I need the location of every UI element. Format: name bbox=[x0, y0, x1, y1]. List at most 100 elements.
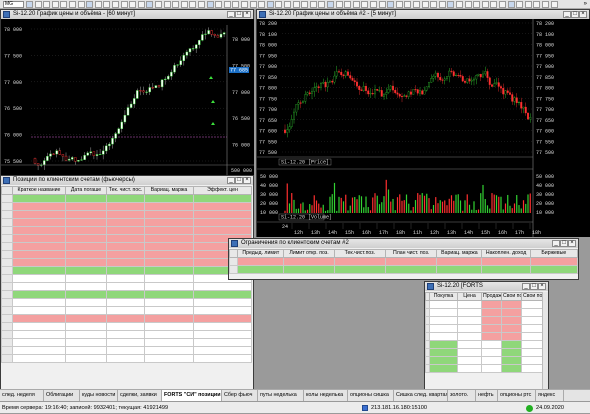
column-header[interactable]: Тек. чист. пос. bbox=[106, 186, 145, 195]
workspace-tab[interactable]: нефть bbox=[476, 390, 498, 401]
toolbar-button-icon[interactable] bbox=[258, 1, 266, 8]
toolbar-button-icon[interactable] bbox=[309, 1, 317, 8]
toolbar-button-icon[interactable] bbox=[60, 1, 68, 8]
position-row[interactable] bbox=[1, 282, 252, 291]
orderbook-row[interactable] bbox=[425, 332, 544, 341]
toolbar-button-icon[interactable] bbox=[275, 1, 283, 8]
toolbar-button-icon[interactable] bbox=[370, 1, 377, 8]
workspace-tab[interactable]: опционы сишка bbox=[348, 390, 394, 401]
column-header[interactable]: Свои по bbox=[501, 292, 522, 301]
toolbar-button-icon[interactable] bbox=[43, 1, 51, 8]
toolbar-button-icon[interactable] bbox=[516, 1, 524, 8]
column-header[interactable] bbox=[228, 249, 239, 258]
workspace-tab[interactable]: Сбер фьюч bbox=[222, 390, 258, 401]
toolbar-button-icon[interactable] bbox=[499, 1, 506, 8]
workspace-tab[interactable]: колы неделька bbox=[304, 390, 348, 401]
toolbar-button-icon[interactable] bbox=[301, 1, 309, 8]
maximize-button[interactable]: □ bbox=[235, 11, 243, 18]
column-header[interactable]: Цена bbox=[457, 292, 482, 301]
toolbar-button-icon[interactable] bbox=[51, 1, 59, 8]
workspace-tab[interactable]: Облигации bbox=[44, 390, 80, 401]
column-header[interactable]: Эффект. цен bbox=[193, 186, 252, 195]
position-row[interactable] bbox=[1, 202, 252, 211]
minimize-button[interactable]: _ bbox=[227, 11, 235, 18]
toolbar-button-icon[interactable] bbox=[438, 1, 446, 8]
toolbar-button-icon[interactable] bbox=[223, 1, 231, 8]
toolbar-button-icon[interactable] bbox=[172, 1, 180, 8]
toolbar-button-icon[interactable] bbox=[335, 1, 343, 8]
toolbar-button-icon[interactable] bbox=[34, 1, 42, 8]
position-row[interactable] bbox=[1, 346, 252, 355]
toolbar-button-icon[interactable] bbox=[533, 1, 541, 8]
toolbar-button-icon[interactable] bbox=[378, 1, 386, 8]
limit-row[interactable] bbox=[228, 257, 579, 266]
orderbook-row[interactable] bbox=[425, 356, 544, 365]
position-row[interactable] bbox=[1, 298, 252, 307]
toolbar-button-icon[interactable] bbox=[206, 1, 214, 8]
workspace-tab[interactable]: яндекс bbox=[536, 390, 564, 401]
toolbar-button-icon[interactable] bbox=[129, 1, 137, 8]
position-row[interactable] bbox=[1, 250, 252, 259]
position-row[interactable] bbox=[1, 290, 252, 299]
position-row[interactable] bbox=[1, 306, 252, 315]
position-row[interactable] bbox=[1, 218, 252, 227]
orderbook-row[interactable] bbox=[425, 316, 544, 325]
position-row[interactable] bbox=[1, 354, 252, 363]
column-header[interactable]: Покупка bbox=[429, 292, 458, 301]
toolbar-button-icon[interactable] bbox=[266, 1, 274, 8]
toolbar-button-icon[interactable] bbox=[146, 1, 154, 8]
position-row[interactable] bbox=[1, 258, 252, 267]
position-row[interactable] bbox=[1, 266, 252, 275]
maximize-button[interactable]: □ bbox=[530, 283, 538, 290]
toolbar-button-icon[interactable] bbox=[490, 1, 498, 8]
column-header[interactable]: Дата погаше bbox=[65, 186, 107, 195]
column-header[interactable]: Лимит откр. поз. bbox=[283, 249, 335, 258]
toolbar-button-icon[interactable] bbox=[421, 1, 429, 8]
toolbar-button-icon[interactable] bbox=[189, 1, 197, 8]
workspace-tab[interactable]: куды новости bbox=[80, 390, 118, 401]
position-row[interactable] bbox=[1, 242, 252, 251]
toolbar-button-icon[interactable] bbox=[413, 1, 420, 8]
toolbar-button-icon[interactable] bbox=[112, 1, 119, 8]
position-row[interactable] bbox=[1, 194, 252, 203]
toolbar-button-icon[interactable] bbox=[361, 1, 369, 8]
maximize-button[interactable]: □ bbox=[235, 177, 243, 184]
chart2-plot[interactable]: 78 200 78 200 78 100 78 100 78 000 78 000 77 9… bbox=[257, 19, 590, 237]
toolbar-button-icon[interactable] bbox=[241, 1, 248, 8]
toolbar-button-icon[interactable] bbox=[352, 1, 360, 8]
toolbar-button-icon[interactable] bbox=[507, 1, 515, 8]
toolbar-button-icon[interactable] bbox=[120, 1, 128, 8]
toolbar-button-icon[interactable] bbox=[550, 1, 558, 8]
orderbook-row[interactable] bbox=[425, 324, 544, 333]
toolbar-button-icon[interactable] bbox=[464, 1, 472, 8]
close-button[interactable]: × bbox=[568, 240, 576, 247]
limit-row[interactable] bbox=[228, 265, 579, 274]
workspace-tab[interactable]: FORTS "СИ" позиции bbox=[162, 390, 222, 401]
toolbar-overflow[interactable]: » bbox=[584, 0, 587, 8]
toolbar-button-icon[interactable] bbox=[404, 1, 412, 8]
workspace-tab[interactable]: путы неделька bbox=[258, 390, 304, 401]
toolbar-button-icon[interactable] bbox=[292, 1, 300, 8]
orderbook-scrollbar[interactable] bbox=[542, 292, 548, 391]
toolbar-button-icon[interactable] bbox=[473, 1, 481, 8]
column-header[interactable]: Биржевые bbox=[529, 249, 579, 258]
workspace-tab[interactable]: опционы ртс bbox=[498, 390, 536, 401]
orderbook-row[interactable] bbox=[425, 308, 544, 317]
maximize-button[interactable]: □ bbox=[571, 11, 579, 18]
toolbar-button-icon[interactable] bbox=[26, 1, 33, 8]
toolbar-button-icon[interactable] bbox=[430, 1, 438, 8]
toolbar-button-icon[interactable] bbox=[155, 1, 162, 8]
minimize-button[interactable]: _ bbox=[227, 177, 235, 184]
toolbar-button-icon[interactable] bbox=[447, 1, 455, 8]
column-header[interactable]: Вариац. маржа bbox=[436, 249, 483, 258]
toolbar-button-icon[interactable] bbox=[524, 1, 532, 8]
toolbar-button-icon[interactable] bbox=[180, 1, 188, 8]
toolbar-button-icon[interactable] bbox=[137, 1, 145, 8]
toolbar-button-icon[interactable] bbox=[249, 1, 257, 8]
column-header[interactable]: Вариац. маржа bbox=[144, 186, 194, 195]
maximize-button[interactable]: □ bbox=[560, 240, 568, 247]
toolbar-button-icon[interactable] bbox=[69, 1, 76, 8]
minimize-button[interactable]: _ bbox=[552, 240, 560, 247]
workspace-tab[interactable]: след. неделя bbox=[0, 390, 44, 401]
column-header[interactable]: Тек.чист.поз. bbox=[333, 249, 387, 258]
